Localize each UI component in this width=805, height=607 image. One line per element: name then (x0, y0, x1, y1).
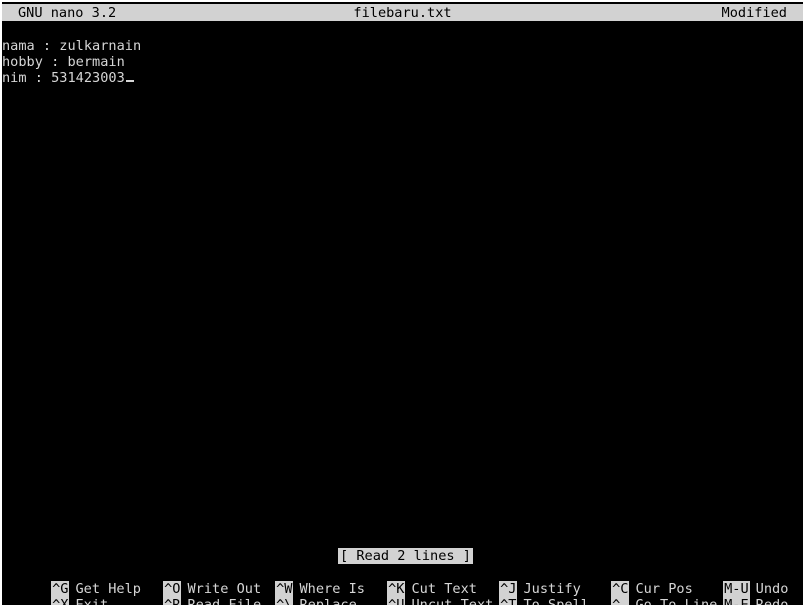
text-cursor (125, 80, 134, 82)
terminal-window: GNU nano 3.2 filebaru.txt Modified nama … (2, 2, 803, 605)
file-name: filebaru.txt (353, 5, 452, 21)
shortcut-key: ^T (499, 597, 518, 605)
line-text: nama : zulkarnain (2, 38, 142, 54)
shortcut-key: ^U (387, 597, 406, 605)
shortcut-undo[interactable]: M-U Undo (674, 565, 788, 597)
line-text: nim : 531423003 (2, 70, 125, 86)
shortcut-key: ^R (163, 597, 182, 605)
shortcut-exit[interactable]: ^X Exit (2, 581, 108, 605)
shortcut-key: M-E (723, 597, 750, 605)
status-message: [ Read 2 lines ] (338, 548, 473, 564)
shortcut-label: Redo (755, 597, 789, 605)
shortcut-bar: ^G Get Help ^O Write Out ^W Where Is ^K Cut … (2, 565, 803, 605)
line-text: hobby : bermain (2, 54, 125, 70)
nano-title-bar: GNU nano 3.2 filebaru.txt Modified (2, 4, 803, 21)
shortcut-key: ^\ (275, 597, 294, 605)
editor-line[interactable]: nama : zulkarnain (2, 38, 803, 54)
shortcut-key: ^_ (611, 597, 630, 605)
modified-indicator: Modified (721, 5, 787, 21)
shortcut-label: Exit (75, 597, 109, 605)
editor-area[interactable]: nama : zulkarnain hobby : bermain nim : … (2, 38, 803, 86)
shortcut-redo[interactable]: M-E Redo (674, 581, 788, 605)
editor-line[interactable]: nim : 531423003 (2, 70, 803, 86)
shortcut-key: ^X (51, 597, 70, 605)
editor-line[interactable]: hobby : bermain (2, 54, 803, 70)
